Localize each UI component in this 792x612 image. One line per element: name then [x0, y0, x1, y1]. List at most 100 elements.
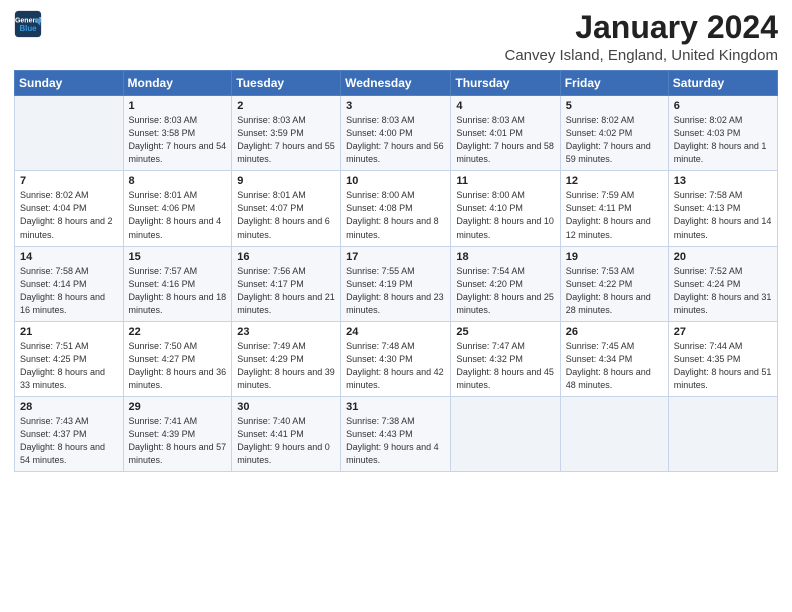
calendar-cell: 10Sunrise: 8:00 AMSunset: 4:08 PMDayligh… — [341, 171, 451, 246]
calendar-cell: 20 Sunrise: 7:52 AMSunset: 4:24 PMDayligh… — [668, 246, 777, 321]
calendar-cell: 9 Sunrise: 8:01 AMSunset: 4:07 PMDaylight… — [232, 171, 341, 246]
day-info: Sunrise: 7:47 AMSunset: 4:32 PMDaylight:… — [456, 340, 554, 392]
header-thursday: Thursday — [451, 71, 560, 96]
calendar-cell: 15Sunrise: 7:57 AMSunset: 4:16 PMDayligh… — [123, 246, 232, 321]
day-number: 31 — [346, 401, 445, 413]
calendar-cell: 12 Sunrise: 7:59 AMSunset: 4:11 PMDayligh… — [560, 171, 668, 246]
header-row: General Blue GeneralBlue January 2024 Ca… — [14, 10, 778, 64]
day-info: Sunrise: 7:58 AMSunset: 4:13 PMDaylight:… — [674, 189, 772, 241]
day-info: Sunrise: 7:59 AMSunset: 4:11 PMDaylight:… — [566, 189, 663, 241]
day-info: Sunrise: 8:01 AMSunset: 4:07 PMDaylight:… — [237, 189, 335, 241]
calendar-cell: 21 Sunrise: 7:51 AMSunset: 4:25 PMDayligh… — [15, 321, 124, 396]
calendar-cell: 28 Sunrise: 7:43 AMSunset: 4:37 PMDayligh… — [15, 396, 124, 471]
calendar-cell: 22 Sunrise: 7:50 AMSunset: 4:27 PMDayligh… — [123, 321, 232, 396]
calendar-cell: 17 Sunrise: 7:55 AMSunset: 4:19 PMDayligh… — [341, 246, 451, 321]
day-number: 12 — [566, 175, 663, 187]
calendar-cell: 6 Sunrise: 8:02 AMSunset: 4:03 PMDaylight… — [668, 96, 777, 171]
calendar-cell: 7 Sunrise: 8:02 AMSunset: 4:04 PMDaylight… — [15, 171, 124, 246]
title-block: January 2024 Canvey Island, England, Uni… — [504, 10, 778, 64]
calendar-cell: 1Sunrise: 8:03 AMSunset: 3:58 PMDaylight… — [123, 96, 232, 171]
day-number: 8 — [129, 175, 227, 187]
day-info: Sunrise: 8:02 AMSunset: 4:04 PMDaylight:… — [20, 189, 118, 241]
day-info: Sunrise: 7:58 AMSunset: 4:14 PMDaylight:… — [20, 265, 118, 317]
calendar-cell: 3 Sunrise: 8:03 AMSunset: 4:00 PMDaylight… — [341, 96, 451, 171]
day-number: 24 — [346, 326, 445, 338]
day-number: 11 — [456, 175, 554, 187]
day-info: Sunrise: 7:56 AMSunset: 4:17 PMDaylight:… — [237, 265, 335, 317]
calendar-cell: 26Sunrise: 7:45 AMSunset: 4:34 PMDayligh… — [560, 321, 668, 396]
day-info: Sunrise: 7:55 AMSunset: 4:19 PMDaylight:… — [346, 265, 445, 317]
calendar-cell: 18Sunrise: 7:54 AMSunset: 4:20 PMDayligh… — [451, 246, 560, 321]
day-info: Sunrise: 7:57 AMSunset: 4:16 PMDaylight:… — [129, 265, 227, 317]
day-number: 26 — [566, 326, 663, 338]
day-info: Sunrise: 8:02 AMSunset: 4:03 PMDaylight:… — [674, 114, 772, 166]
day-number: 3 — [346, 100, 445, 112]
day-number: 7 — [20, 175, 118, 187]
calendar-cell: 5 Sunrise: 8:02 AMSunset: 4:02 PMDaylight… — [560, 96, 668, 171]
header-wednesday: Wednesday — [341, 71, 451, 96]
day-number: 13 — [674, 175, 772, 187]
header-sunday: Sunday — [15, 71, 124, 96]
calendar-body: 1Sunrise: 8:03 AMSunset: 3:58 PMDaylight… — [15, 96, 778, 472]
day-info: Sunrise: 7:53 AMSunset: 4:22 PMDaylight:… — [566, 265, 663, 317]
header-saturday: Saturday — [668, 71, 777, 96]
calendar-cell — [15, 96, 124, 171]
day-info: Sunrise: 8:00 AMSunset: 4:10 PMDaylight:… — [456, 189, 554, 241]
day-info: Sunrise: 7:52 AMSunset: 4:24 PMDaylight:… — [674, 265, 772, 317]
header-friday: Friday — [560, 71, 668, 96]
header-tuesday: Tuesday — [232, 71, 341, 96]
calendar-cell: 4Sunrise: 8:03 AMSunset: 4:01 PMDaylight… — [451, 96, 560, 171]
day-info: Sunrise: 7:48 AMSunset: 4:30 PMDaylight:… — [346, 340, 445, 392]
calendar-cell: 13 Sunrise: 7:58 AMSunset: 4:13 PMDayligh… — [668, 171, 777, 246]
day-info: Sunrise: 8:03 AMSunset: 3:59 PMDaylight:… — [237, 114, 335, 166]
calendar-cell: 2 Sunrise: 8:03 AMSunset: 3:59 PMDaylight… — [232, 96, 341, 171]
day-info: Sunrise: 7:38 AMSunset: 4:43 PMDaylight:… — [346, 415, 445, 467]
calendar-table: Sunday Monday Tuesday Wednesday Thursday… — [14, 70, 778, 472]
calendar-cell — [668, 396, 777, 471]
day-number: 1 — [129, 100, 227, 112]
day-number: 22 — [129, 326, 227, 338]
svg-text:Blue: Blue — [19, 24, 37, 33]
day-number: 30 — [237, 401, 335, 413]
location-title: Canvey Island, England, United Kingdom — [504, 47, 778, 64]
day-number: 10 — [346, 175, 445, 187]
day-number: 16 — [237, 251, 335, 263]
day-number: 6 — [674, 100, 772, 112]
calendar-cell: 16 Sunrise: 7:56 AMSunset: 4:17 PMDayligh… — [232, 246, 341, 321]
calendar-cell — [560, 396, 668, 471]
day-info: Sunrise: 8:03 AMSunset: 4:00 PMDaylight:… — [346, 114, 445, 166]
day-number: 14 — [20, 251, 118, 263]
day-info: Sunrise: 7:40 AMSunset: 4:41 PMDaylight:… — [237, 415, 335, 467]
calendar-cell: 8 Sunrise: 8:01 AMSunset: 4:06 PMDaylight… — [123, 171, 232, 246]
day-info: Sunrise: 7:43 AMSunset: 4:37 PMDaylight:… — [20, 415, 118, 467]
day-number: 28 — [20, 401, 118, 413]
day-info: Sunrise: 7:44 AMSunset: 4:35 PMDaylight:… — [674, 340, 772, 392]
calendar-cell: 11 Sunrise: 8:00 AMSunset: 4:10 PMDayligh… — [451, 171, 560, 246]
day-number: 19 — [566, 251, 663, 263]
calendar-week-0: 1Sunrise: 8:03 AMSunset: 3:58 PMDaylight… — [15, 96, 778, 171]
day-info: Sunrise: 7:50 AMSunset: 4:27 PMDaylight:… — [129, 340, 227, 392]
day-info: Sunrise: 7:41 AMSunset: 4:39 PMDaylight:… — [129, 415, 227, 467]
calendar-week-2: 14 Sunrise: 7:58 AMSunset: 4:14 PMDayligh… — [15, 246, 778, 321]
day-info: Sunrise: 7:51 AMSunset: 4:25 PMDaylight:… — [20, 340, 118, 392]
day-number: 20 — [674, 251, 772, 263]
day-number: 17 — [346, 251, 445, 263]
header-monday: Monday — [123, 71, 232, 96]
calendar-week-3: 21 Sunrise: 7:51 AMSunset: 4:25 PMDayligh… — [15, 321, 778, 396]
day-info: Sunrise: 8:02 AMSunset: 4:02 PMDaylight:… — [566, 114, 663, 166]
day-number: 27 — [674, 326, 772, 338]
calendar-cell: 14 Sunrise: 7:58 AMSunset: 4:14 PMDayligh… — [15, 246, 124, 321]
month-title: January 2024 — [504, 10, 778, 45]
day-number: 4 — [456, 100, 554, 112]
calendar-cell: 27 Sunrise: 7:44 AMSunset: 4:35 PMDayligh… — [668, 321, 777, 396]
day-info: Sunrise: 7:49 AMSunset: 4:29 PMDaylight:… — [237, 340, 335, 392]
day-number: 21 — [20, 326, 118, 338]
calendar-week-4: 28 Sunrise: 7:43 AMSunset: 4:37 PMDayligh… — [15, 396, 778, 471]
day-info: Sunrise: 8:01 AMSunset: 4:06 PMDaylight:… — [129, 189, 227, 241]
day-number: 5 — [566, 100, 663, 112]
day-number: 9 — [237, 175, 335, 187]
weekday-header-row: Sunday Monday Tuesday Wednesday Thursday… — [15, 71, 778, 96]
calendar-cell — [451, 396, 560, 471]
day-number: 2 — [237, 100, 335, 112]
calendar-week-1: 7 Sunrise: 8:02 AMSunset: 4:04 PMDaylight… — [15, 171, 778, 246]
